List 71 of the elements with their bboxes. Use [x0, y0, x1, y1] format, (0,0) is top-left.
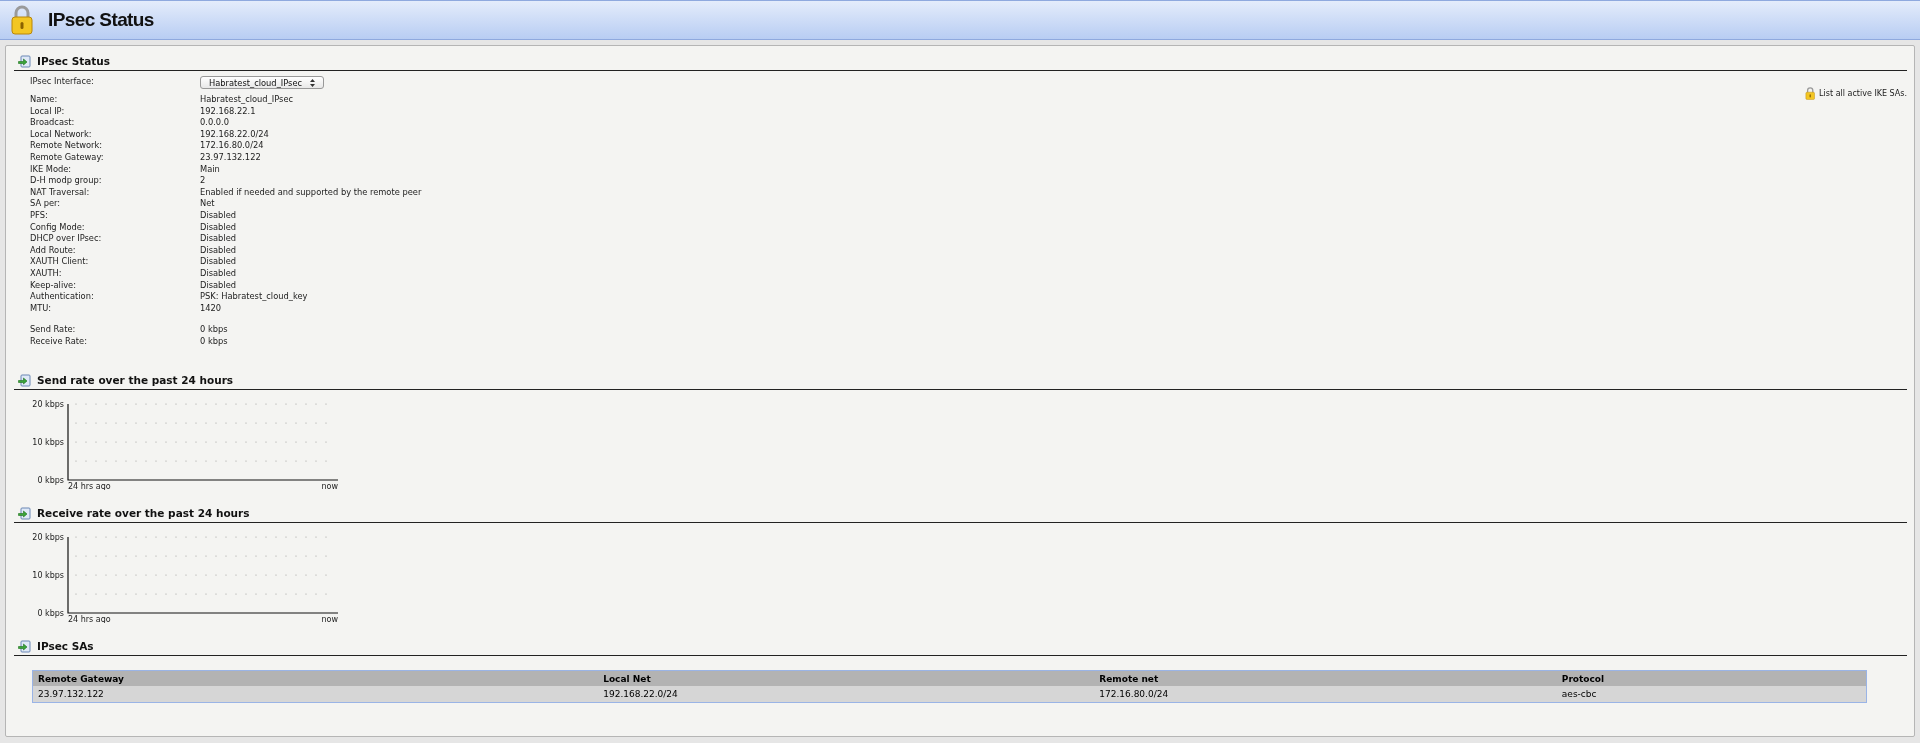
section-title: IPsec Status	[37, 55, 111, 67]
field-value: 0 kbps	[200, 335, 229, 348]
field-value: Enabled if needed and supported by the remote peer	[200, 186, 422, 199]
field-value: Disabled	[200, 244, 238, 257]
field-value: Habratest_cloud_IPsec	[200, 94, 295, 106]
field-label: Remote Gateway:	[30, 151, 105, 164]
field-value: 1420	[200, 302, 223, 315]
field-label: DHCP over IPsec:	[30, 233, 103, 245]
field-value: Disabled	[200, 279, 238, 292]
field-value: 23.97.132.122	[200, 151, 262, 164]
field-label: XAUTH Client:	[30, 256, 90, 268]
field-value: 192.168.22.1	[200, 105, 257, 118]
table-cell: aes-cbc	[1556, 686, 1867, 703]
field-value: 0.0.0.0	[200, 117, 231, 129]
field-label: IKE Mode:	[30, 163, 73, 176]
field-value: Disabled	[200, 233, 238, 245]
field-label: PFS:	[30, 209, 49, 222]
field-value: 2	[200, 175, 207, 187]
field-value: Disabled	[200, 221, 238, 234]
field-value: 0 kbps	[200, 324, 229, 336]
column-header: Remote net	[1094, 670, 1557, 686]
table-cell: 172.16.80.0/24	[1094, 686, 1557, 703]
stepper-icon	[310, 78, 316, 87]
field-label: Keep-alive:	[30, 279, 77, 292]
field-label: Remote Network:	[30, 140, 104, 152]
y-tick-label: 20 kbps	[32, 400, 64, 409]
field-label: NAT Traversal:	[30, 186, 91, 199]
field-value: Disabled	[200, 267, 238, 280]
section-title: Receive rate over the past 24 hours	[37, 507, 250, 519]
x-tick-label: 24 hrs ago	[68, 482, 111, 490]
ike-sas-link[interactable]: List all active IKE SAs.	[1804, 86, 1907, 100]
y-tick-label: 10 kbps	[32, 438, 64, 447]
field-value: Net	[200, 198, 216, 210]
y-tick-label: 20 kbps	[32, 533, 64, 542]
y-tick-label: 10 kbps	[32, 571, 64, 580]
table-cell: 23.97.132.122	[32, 686, 599, 703]
field-value: Disabled	[200, 209, 238, 222]
field-label: XAUTH:	[30, 267, 63, 280]
field-label: Local Network:	[30, 128, 93, 141]
section-title: Send rate over the past 24 hours	[37, 374, 234, 386]
y-tick-label: 0 kbps	[37, 609, 64, 618]
field-label: Add Route:	[30, 244, 77, 257]
column-header: Remote Gateway	[32, 670, 599, 686]
field-label: Name:	[30, 94, 59, 106]
lock-icon	[1804, 86, 1816, 100]
interface-select[interactable]: Habratest_cloud_IPsec	[200, 76, 325, 89]
field-label: MTU:	[30, 302, 53, 315]
field-label: Local IP:	[30, 105, 66, 118]
column-header: Local Net	[598, 670, 1095, 686]
field-value: PSK: Habratest_cloud_key	[200, 291, 309, 303]
page-title: IPsec Status	[48, 9, 154, 31]
x-tick-label: now	[321, 482, 338, 490]
lock-icon	[10, 5, 34, 35]
field-label: Authentication:	[30, 291, 95, 303]
table-cell: 192.168.22.0/24	[598, 686, 1095, 703]
x-tick-label: now	[321, 615, 338, 623]
y-tick-label: 0 kbps	[37, 476, 64, 485]
field-label: Broadcast:	[30, 117, 76, 129]
section-title: IPsec SAs	[37, 640, 94, 652]
field-value: 172.16.80.0/24	[200, 140, 265, 152]
field-label: Config Mode:	[30, 221, 86, 234]
field-label: SA per:	[30, 198, 62, 210]
field-label: Send Rate:	[30, 324, 77, 336]
column-header: Protocol	[1556, 670, 1867, 686]
field-value: Disabled	[200, 256, 238, 268]
field-value: 192.168.22.0/24	[200, 128, 270, 141]
field-label: IPsec Interface:	[30, 76, 95, 88]
field-value: Main	[200, 163, 221, 176]
field-label: D-H modp group:	[30, 175, 103, 187]
field-label: Receive Rate:	[30, 335, 88, 348]
x-tick-label: 24 hrs ago	[68, 615, 111, 623]
